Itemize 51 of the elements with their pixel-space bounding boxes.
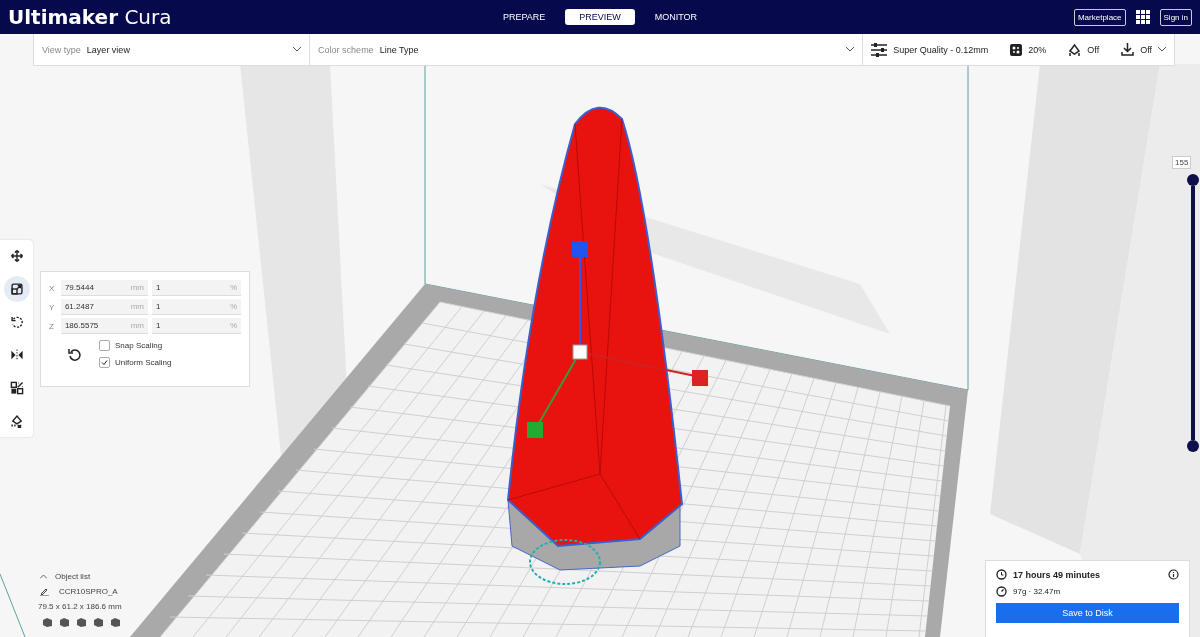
- info-icon[interactable]: [1168, 569, 1179, 580]
- support-icon: [1068, 43, 1082, 56]
- print-settings-button[interactable]: Super Quality - 0.12mm 20% Off Off: [863, 34, 1174, 65]
- chevron-down-icon: [1158, 47, 1166, 52]
- clock-icon: [996, 569, 1007, 580]
- checkbox-label: Snap Scaling: [115, 341, 163, 350]
- checkbox[interactable]: [99, 340, 110, 351]
- scale-icon: [9, 282, 24, 297]
- scale-handles-drawing[interactable]: [527, 241, 708, 438]
- percent-input-field[interactable]: 1 %: [151, 299, 241, 315]
- gauge-icon: [996, 586, 1007, 597]
- pencil-icon[interactable]: [40, 587, 49, 596]
- apps-grid-icon[interactable]: [1135, 10, 1150, 24]
- axis-label: X: [49, 283, 56, 293]
- size-input-field[interactable]: 79.5444 mm: [60, 280, 148, 296]
- per-model-icon: [9, 380, 24, 395]
- infill-icon: [1010, 43, 1023, 56]
- color-scheme-dropdown[interactable]: Color scheme Line Type: [310, 34, 864, 65]
- stage-tab[interactable]: PREPARE: [488, 9, 560, 25]
- scale-tool-button[interactable]: [3, 276, 30, 303]
- stage-tab[interactable]: MONITOR: [640, 9, 712, 25]
- object-list-toggle[interactable]: Object list: [40, 572, 122, 581]
- stage-tab[interactable]: PREVIEW: [565, 9, 635, 25]
- adhesion-icon: [1121, 43, 1135, 56]
- percent-input-field[interactable]: 1 %: [151, 280, 241, 296]
- save-to-disk-button[interactable]: Save to Disk: [996, 603, 1179, 623]
- chevron-down-icon: [293, 47, 302, 52]
- sliders-icon: [871, 42, 888, 57]
- marketplace-button[interactable]: Marketplace: [1073, 8, 1126, 26]
- support-blocker-icon: [9, 413, 24, 428]
- axis-label: Z: [49, 321, 55, 331]
- move-icon: [9, 249, 24, 264]
- caret-icon: [40, 574, 47, 579]
- app-logo: Ultimaker Cura: [8, 5, 173, 29]
- sign-in-button[interactable]: Sign in: [1159, 8, 1192, 26]
- mirror-icon: [9, 347, 24, 362]
- reset-icon[interactable]: [67, 347, 81, 361]
- checkbox-label: Uniform Scaling: [115, 358, 172, 367]
- print-time: 17 hours 49 minutes: [1013, 569, 1101, 580]
- view-type-dropdown[interactable]: View type Layer view: [34, 34, 311, 65]
- material-usage: 97g · 32.47m: [1013, 587, 1061, 596]
- percent-input-field[interactable]: 1 %: [151, 318, 241, 334]
- checkbox[interactable]: [99, 357, 110, 368]
- object-dimensions: 79.5 x 61.2 x 186.6 mm: [38, 602, 122, 611]
- object-name[interactable]: CCR10SPRO_A: [59, 587, 118, 596]
- layer-number-label: 155: [1172, 156, 1192, 169]
- axis-label: Y: [49, 302, 56, 312]
- size-input-field[interactable]: 186.5575 mm: [60, 318, 148, 334]
- size-input-field[interactable]: 61.2487 mm: [60, 299, 148, 315]
- chevron-down-icon: [846, 47, 855, 52]
- rotate-icon: [9, 315, 24, 330]
